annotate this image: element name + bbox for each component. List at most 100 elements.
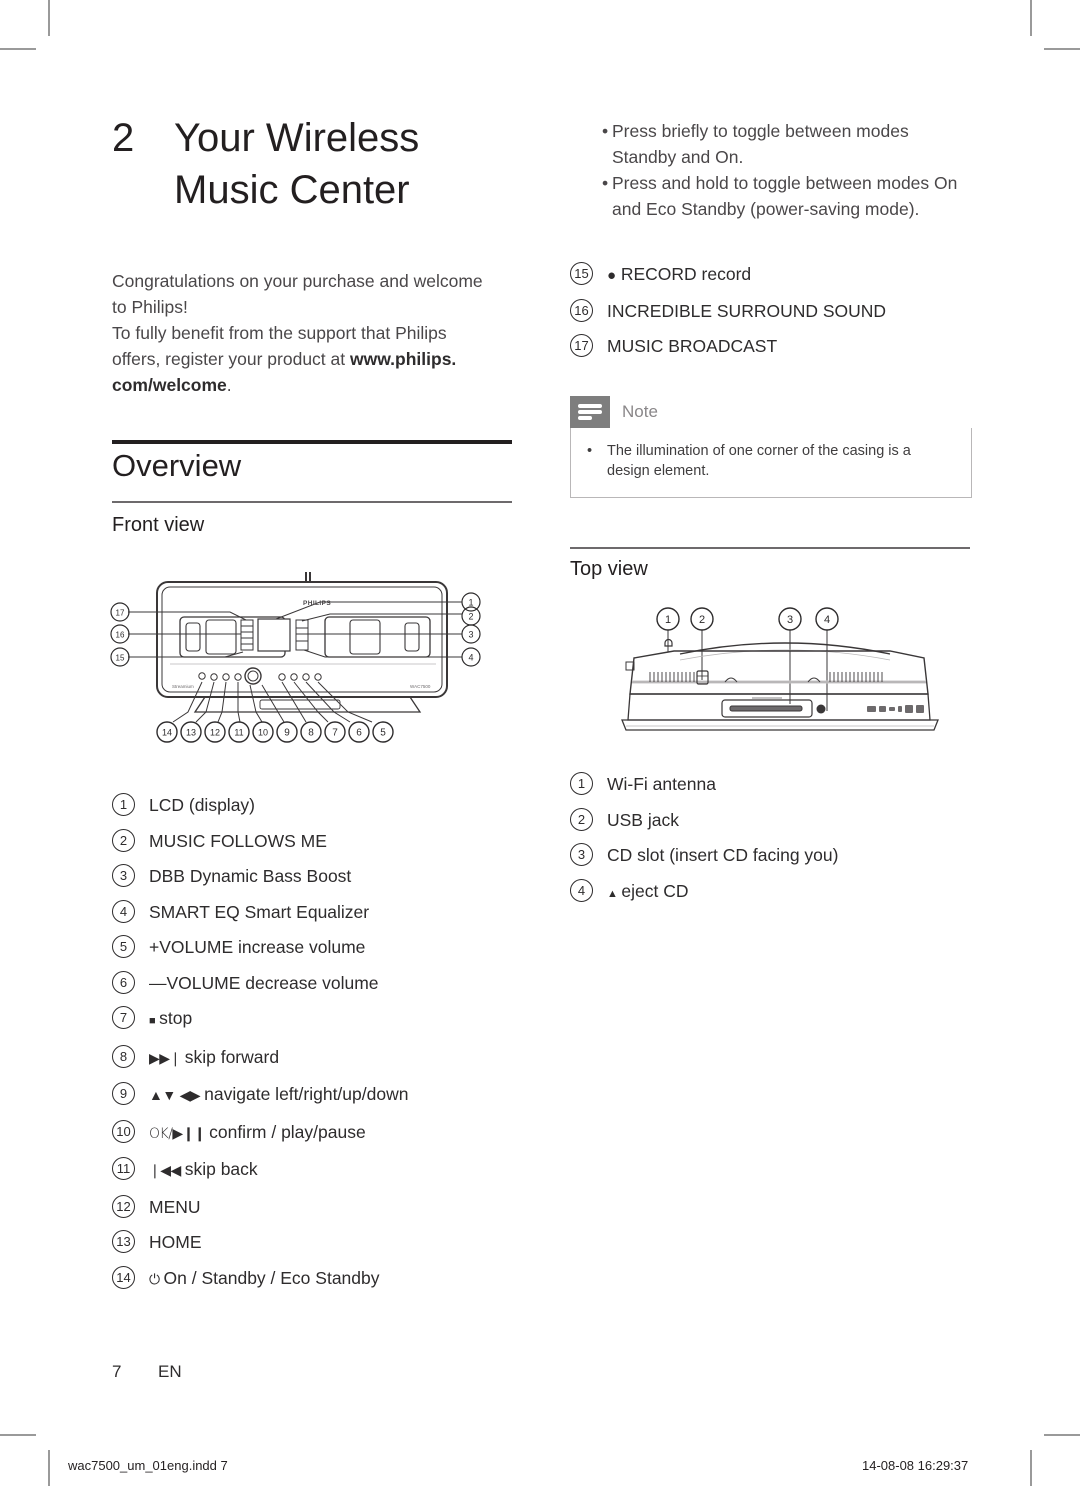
item-label-text: navigate left/right/up/down	[204, 1084, 409, 1104]
item-label-text: RECORD record	[620, 264, 752, 284]
top-view-heading: Top view	[570, 558, 648, 580]
item-label-text: CD slot (insert CD facing you)	[607, 845, 839, 865]
top-view-figure: 1 2 3 4	[612, 598, 952, 753]
bullet-marker: •	[602, 173, 609, 193]
svg-text:7: 7	[332, 728, 338, 739]
item-number-badge: 10	[112, 1119, 135, 1143]
item-label: +VOLUME increase volume	[149, 935, 365, 958]
chapter-title-line-2: Music Center	[174, 168, 410, 212]
item-glyph-icon: ❘◀◀	[149, 1163, 185, 1179]
intro-url-part-1: www.philips.	[350, 349, 457, 369]
imprint-timestamp: 14-08-08 16:29:37	[862, 1458, 969, 1473]
intro-line-3: To fully benefit from the support that P…	[112, 323, 447, 343]
item-label-text: +VOLUME increase volume	[149, 937, 366, 957]
crop-mark-bottom-right-horizontal	[1044, 1434, 1080, 1436]
item-number-badge: 12	[112, 1194, 135, 1218]
list-item: 14 ⏻ On / Standby / Eco Standby	[112, 1265, 532, 1291]
svg-text:17: 17	[116, 609, 125, 618]
item-label-text: MUSIC FOLLOWS ME	[149, 830, 327, 851]
intro-url-part-2: com/welcome	[112, 375, 227, 395]
top-view-rule	[570, 547, 970, 549]
item-label: —VOLUME decrease volume	[149, 971, 379, 994]
item-number-badge: 14	[112, 1265, 135, 1289]
item-number-badge: 1	[570, 772, 593, 795]
item-label: SMART EQ Smart Equalizer	[149, 900, 369, 923]
item-number-badge: 6	[112, 970, 135, 994]
list-item: 10 OK/▶❙❙ confirm / play/pause	[112, 1119, 532, 1145]
imprint-filename: wac7500_um_01eng.indd 7	[68, 1458, 228, 1473]
item-glyph-icon: ■	[149, 1014, 160, 1027]
list-item: 13 HOME	[112, 1230, 532, 1253]
folio: 7 EN	[112, 1362, 182, 1382]
item-label-text: Wi-Fi antenna	[607, 774, 716, 794]
intro-line-2: to Philips!	[112, 297, 188, 317]
item-label-text: DBB Dynamic Bass Boost	[149, 866, 352, 886]
crop-mark-bottom-left-vertical	[48, 1450, 50, 1486]
intro-line-1: Congratulations on your purchase and wel…	[112, 271, 483, 291]
item-label: CD slot (insert CD facing you)	[607, 843, 838, 866]
svg-text:5: 5	[380, 728, 386, 739]
bullet-text: Press and hold to toggle between modes O…	[612, 173, 958, 219]
svg-text:Streamium: Streamium	[172, 684, 194, 689]
item-label-text: eject CD	[621, 880, 689, 901]
note-text: The illumination of one corner of the ca…	[607, 443, 911, 479]
list-item: 3 CD slot (insert CD facing you)	[570, 843, 990, 866]
list-item: 15 ● RECORD record	[570, 262, 990, 286]
list-item: 11 ❘◀◀ skip back	[112, 1157, 532, 1182]
item-number-badge: 8	[112, 1044, 135, 1068]
item-number-badge: 4	[112, 899, 135, 923]
crop-mark-top-left-vertical	[48, 0, 50, 36]
bullet-text: Press briefly to toggle between modes St…	[612, 121, 909, 167]
intro-line-4-suffix: .	[226, 375, 232, 395]
list-item: 8 ▶▶❘ skip forward	[112, 1044, 532, 1070]
list-item: 1 Wi-Fi antenna	[570, 772, 990, 795]
item-glyph-icon: ●	[607, 266, 621, 284]
front-view-item-list-continued: 15 ● RECORD record 16 INCREDIBLE SURROUND S…	[570, 262, 990, 370]
svg-text:2: 2	[468, 612, 473, 622]
item-label-text: confirm / play/pause	[209, 1121, 366, 1142]
item-label-text: MUSIC BROADCAST	[607, 336, 778, 356]
svg-text:3: 3	[468, 630, 473, 640]
item-label: ▲ eject CD	[607, 879, 689, 905]
item-number-badge: 17	[570, 334, 593, 357]
item-number-badge: 7	[112, 1006, 135, 1029]
svg-text:1: 1	[468, 598, 473, 608]
item-glyph-icon: ▲	[607, 886, 622, 900]
item-label-text: INCREDIBLE SURROUND SOUND	[607, 300, 887, 321]
svg-text:PHILIPS: PHILIPS	[303, 600, 331, 607]
note-header: Note	[570, 396, 972, 428]
intro-paragraph: Congratulations on your purchase and wel…	[112, 268, 512, 398]
front-view-figure: PHILIPS Streamium WAC7500 1 2 3 4 17 16 …	[110, 572, 512, 759]
bullet-item: • Press briefly to toggle between modes S…	[570, 118, 972, 170]
item-number-badge: 11	[112, 1157, 135, 1180]
item-label: ▲▼ ◀▶ navigate left/right/up/down	[149, 1082, 408, 1107]
item-glyph-icon: OK/▶❙❙	[149, 1125, 210, 1142]
chapter-title-line-1: Your Wireless	[174, 116, 420, 160]
crop-mark-bottom-left-horizontal	[0, 1434, 36, 1436]
item-label-text: LCD (display)	[149, 795, 255, 815]
item-label: LCD (display)	[149, 793, 255, 816]
list-item: 3 DBB Dynamic Bass Boost	[112, 864, 532, 887]
item-label-text: stop	[159, 1008, 193, 1028]
item-glyph-icon: ▶▶❘	[149, 1050, 185, 1067]
item-label-text: skip back	[184, 1159, 258, 1179]
list-item: 12 MENU	[112, 1194, 532, 1218]
item-number-badge: 5	[112, 935, 135, 958]
item-label: ● RECORD record	[607, 262, 751, 286]
item-number-badge: 13	[112, 1230, 135, 1253]
chapter-heading: 2 Your Wireless Music Center	[112, 112, 532, 216]
svg-text:6: 6	[356, 728, 362, 739]
item-label: MUSIC BROADCAST	[607, 334, 777, 357]
item-number-badge: 1	[112, 793, 135, 816]
note-body: • The illumination of one corner of the …	[570, 428, 972, 498]
item-number-badge: 3	[112, 864, 135, 887]
item-label: MUSIC FOLLOWS ME	[149, 829, 327, 852]
overview-heading: Overview	[112, 448, 242, 483]
page-number: 7	[112, 1362, 122, 1381]
item-label: DBB Dynamic Bass Boost	[149, 864, 351, 887]
list-item: 4 SMART EQ Smart Equalizer	[112, 899, 532, 923]
item-label-text: —VOLUME decrease volume	[149, 972, 379, 993]
top-view-item-list: 1 Wi-Fi antenna 2 USB jack 3 CD slot (insert …	[570, 772, 990, 917]
chapter-number: 2	[112, 116, 135, 160]
item-number-badge: 15	[570, 262, 593, 285]
